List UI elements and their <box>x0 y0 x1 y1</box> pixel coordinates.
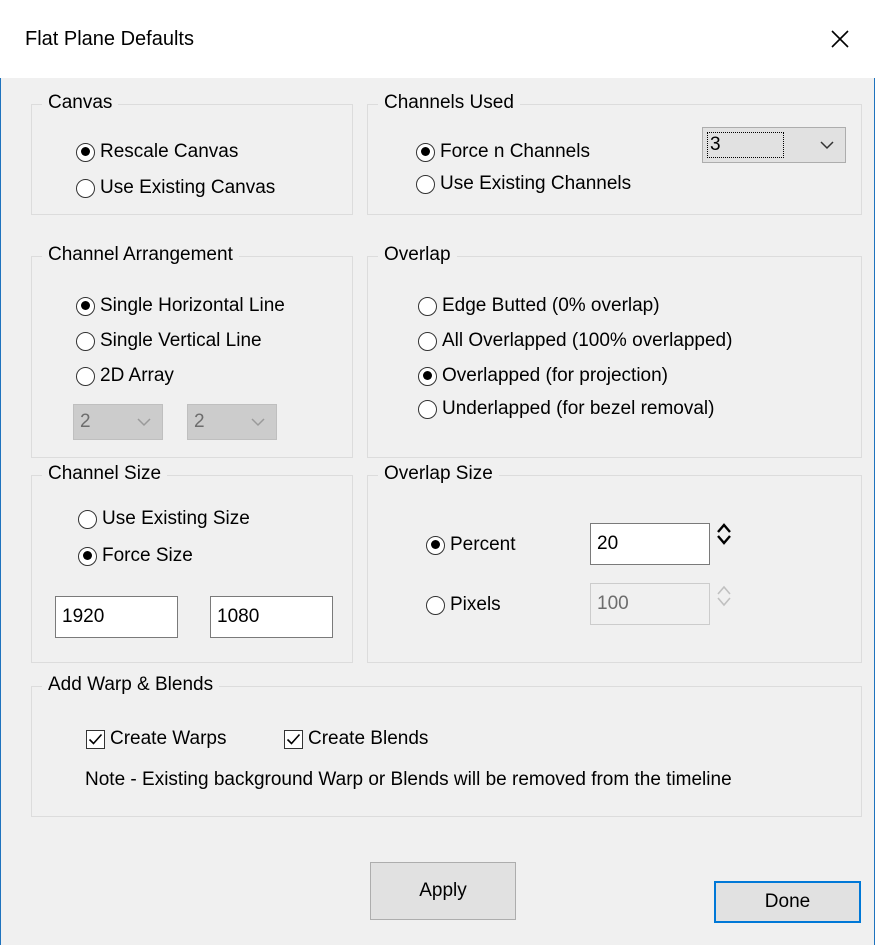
create-warps-label: Create Warps <box>110 728 227 749</box>
title-bar: Flat Plane Defaults <box>0 0 875 78</box>
warp-blends-legend: Add Warp & Blends <box>42 674 220 696</box>
channels-used-legend: Channels Used <box>378 92 520 114</box>
overlap-legend: Overlap <box>378 244 457 266</box>
radio-indicator <box>76 296 95 316</box>
window-title: Flat Plane Defaults <box>25 28 194 50</box>
2d-array-label: 2D Array <box>100 365 174 386</box>
percent-input[interactable]: 20 <box>590 523 710 565</box>
edge-butted-label: Edge Butted (0% overlap) <box>442 295 660 316</box>
close-button[interactable] <box>805 0 875 78</box>
channel-count-value: 3 <box>707 132 784 158</box>
force-size-label: Force Size <box>102 545 193 566</box>
all-overlapped-label: All Overlapped (100% overlapped) <box>442 330 733 351</box>
use-existing-channels-radio[interactable]: Use Existing Channels <box>416 171 631 197</box>
overlapped-projection-radio[interactable]: Overlapped (for projection) <box>418 363 668 389</box>
canvas-group: Canvas Rescale Canvas Use Existing Canva… <box>31 92 353 215</box>
pixels-spinner[interactable] <box>714 584 734 608</box>
channel-size-legend: Channel Size <box>42 463 168 485</box>
radio-indicator <box>76 178 95 198</box>
all-overlapped-radio[interactable]: All Overlapped (100% overlapped) <box>418 328 732 354</box>
create-blends-checkbox[interactable]: Create Blends <box>284 726 428 752</box>
spin-up-icon[interactable] <box>717 522 731 534</box>
overlap-group: Overlap Edge Butted (0% overlap) All Ove… <box>367 244 862 458</box>
radio-indicator <box>426 535 445 555</box>
overlap-size-group: Overlap Size Percent 20 Pixels 100 <box>367 463 862 663</box>
radio-indicator <box>76 142 95 162</box>
checkmark-icon <box>286 733 301 745</box>
underlapped-radio[interactable]: Underlapped (for bezel removal) <box>418 396 714 422</box>
channels-used-group: Channels Used Force n Channels Use Exist… <box>367 92 862 215</box>
radio-indicator <box>418 399 437 419</box>
single-horizontal-line-radio[interactable]: Single Horizontal Line <box>76 293 285 319</box>
radio-indicator <box>416 142 435 162</box>
radio-indicator <box>418 331 437 351</box>
channel-arrangement-group: Channel Arrangement Single Horizontal Li… <box>31 244 353 458</box>
force-n-channels-radio[interactable]: Force n Channels <box>416 139 590 165</box>
use-existing-channels-label: Use Existing Channels <box>440 173 632 194</box>
spin-down-icon[interactable] <box>717 596 731 608</box>
done-button[interactable]: Done <box>714 881 861 923</box>
create-blends-label: Create Blends <box>308 728 429 749</box>
underlapped-label: Underlapped (for bezel removal) <box>442 398 715 419</box>
force-n-channels-label: Force n Channels <box>440 141 590 162</box>
radio-indicator <box>78 546 97 566</box>
overlap-size-legend: Overlap Size <box>378 463 499 485</box>
percent-radio[interactable]: Percent <box>426 532 515 558</box>
apply-button[interactable]: Apply <box>370 862 516 920</box>
spin-down-icon[interactable] <box>717 534 731 546</box>
overlapped-projection-label: Overlapped (for projection) <box>442 365 668 386</box>
radio-indicator <box>426 595 445 615</box>
percent-label: Percent <box>450 534 516 555</box>
use-existing-canvas-label: Use Existing Canvas <box>100 177 276 198</box>
chevron-down-icon <box>240 417 276 427</box>
warp-blends-note: Note - Existing background Warp or Blend… <box>85 769 732 790</box>
array-columns-value: 2 <box>80 411 91 432</box>
checkbox-indicator <box>284 729 303 749</box>
single-vertical-line-radio[interactable]: Single Vertical Line <box>76 328 262 354</box>
warp-blends-group: Add Warp & Blends Create Warps Create Bl… <box>31 674 862 817</box>
channel-arrangement-legend: Channel Arrangement <box>42 244 239 266</box>
radio-indicator <box>76 331 95 351</box>
height-input[interactable]: 1080 <box>210 596 333 638</box>
width-input[interactable]: 1920 <box>55 596 178 638</box>
percent-spinner[interactable] <box>714 522 734 546</box>
use-existing-size-radio[interactable]: Use Existing Size <box>78 506 250 532</box>
checkbox-indicator <box>86 729 105 749</box>
chevron-down-icon <box>126 417 162 427</box>
radio-indicator <box>418 296 437 316</box>
spin-up-icon[interactable] <box>717 584 731 596</box>
checkmark-icon <box>88 733 103 745</box>
single-vertical-line-label: Single Vertical Line <box>100 330 262 351</box>
chevron-down-icon <box>809 140 845 150</box>
rescale-canvas-radio[interactable]: Rescale Canvas <box>76 139 238 165</box>
edge-butted-radio[interactable]: Edge Butted (0% overlap) <box>418 293 660 319</box>
canvas-legend: Canvas <box>42 92 119 114</box>
use-existing-canvas-radio[interactable]: Use Existing Canvas <box>76 175 275 201</box>
pixels-radio[interactable]: Pixels <box>426 592 501 618</box>
array-rows-dropdown[interactable]: 2 <box>187 404 277 440</box>
radio-indicator <box>418 366 437 386</box>
close-icon <box>831 30 849 48</box>
pixels-label: Pixels <box>450 594 501 615</box>
radio-indicator <box>76 366 95 386</box>
force-size-radio[interactable]: Force Size <box>78 543 193 569</box>
2d-array-radio[interactable]: 2D Array <box>76 363 174 389</box>
channel-size-group: Channel Size Use Existing Size Force Siz… <box>31 463 353 663</box>
window-border-left <box>0 0 1 945</box>
rescale-canvas-label: Rescale Canvas <box>100 141 239 162</box>
array-rows-value: 2 <box>194 411 205 432</box>
pixels-input[interactable]: 100 <box>590 583 710 625</box>
single-horizontal-line-label: Single Horizontal Line <box>100 295 285 316</box>
array-columns-dropdown[interactable]: 2 <box>73 404 163 440</box>
create-warps-checkbox[interactable]: Create Warps <box>86 726 227 752</box>
radio-indicator <box>78 509 97 529</box>
use-existing-size-label: Use Existing Size <box>102 508 250 529</box>
radio-indicator <box>416 174 435 194</box>
channel-count-dropdown[interactable]: 3 <box>702 127 846 163</box>
